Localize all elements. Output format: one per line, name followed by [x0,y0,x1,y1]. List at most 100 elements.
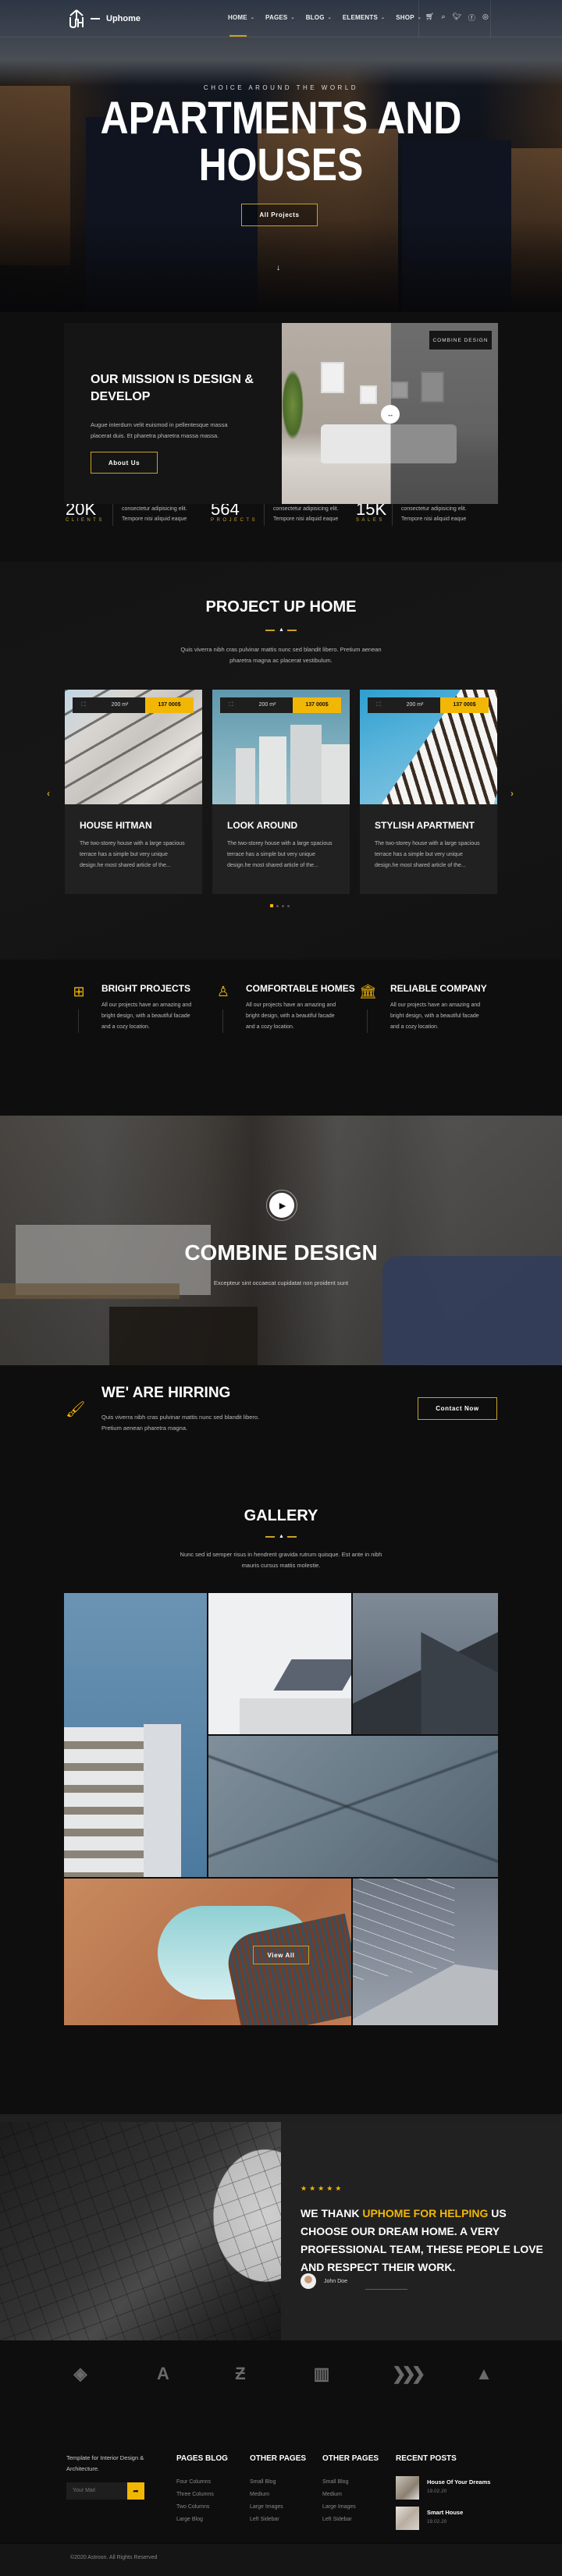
feature-title: COMFORTABLE HOMES [246,983,355,994]
hiring-text-line: Pretium aenean pharetra magna. [101,1425,188,1432]
footer-link[interactable]: Left Sidebar [322,2514,379,2526]
expand-icon[interactable]: ⛶ [73,697,94,713]
slider-next-arrow-icon[interactable]: › [510,788,514,799]
tile-grid [0,2122,281,2348]
column-icon: 🏛︎ [359,984,377,999]
hero-title-line: APARTMENTS AND [100,93,462,144]
footer-link[interactable]: Small Blog [322,2476,379,2489]
stat-label: PROJECTS [211,518,258,523]
nav-item-home[interactable]: HOME ⌄ [228,14,254,37]
contact-now-button[interactable]: Contact Now [418,1397,497,1420]
project-info-bar: ⛶ 200 m² 137 000$ [220,697,341,713]
footer-link[interactable]: Small Blog [250,2476,306,2489]
nav-item-elements[interactable]: ELEMENTS ⌄ [343,14,385,21]
footer-link[interactable]: Large Images [322,2501,379,2514]
project-card[interactable]: ⛶ 200 m² 137 000$ HOUSE HITMAN The two-s… [65,690,202,894]
view-all-button[interactable]: View All [253,1946,309,1964]
logo[interactable]: Uphome [69,9,140,28]
wall-frame [391,381,408,399]
footer-link[interactable]: Large Images [250,2501,306,2514]
about-us-button[interactable]: About Us [91,452,158,474]
expand-icon[interactable]: ⛶ [220,697,242,713]
feature-item: 🏛︎ RELIABLE COMPANY All our projects hav… [359,980,500,1050]
triforce-logo-icon[interactable]: ▲ [472,2364,496,2384]
letter-a-logo-icon[interactable]: A [151,2364,175,2384]
gallery-image[interactable] [64,1593,207,1877]
slider-dot-active[interactable] [270,904,273,907]
scroll-down-arrow-icon[interactable]: ↓ [276,264,280,272]
post-thumbnail [396,2507,419,2530]
play-button-icon[interactable]: ▶ [269,1193,294,1218]
footer-link[interactable]: Two Columns [176,2501,228,2514]
all-projects-button[interactable]: All Projects [241,204,318,226]
project-title[interactable]: HOUSE HITMAN [80,820,152,831]
before-after-compare[interactable]: ↔ COMBINE DESIGN [282,323,498,504]
chevron-down-icon: ⌄ [290,16,295,20]
footer-link[interactable]: Four Columns [176,2476,228,2489]
compare-drag-handle-icon[interactable]: ↔ [381,405,400,424]
window-icon: ⊞ [73,984,85,999]
expand-icon[interactable]: ⛶ [368,697,389,713]
footer-link[interactable]: Large Blog [176,2514,228,2526]
project-card[interactable]: ⛶ 200 m² 137 000$ LOOK AROUND The two-st… [212,690,350,894]
project-title[interactable]: STYLISH APARTMENT [375,820,475,831]
gallery-image[interactable] [353,1879,498,2025]
recent-post[interactable]: Smart House 19.02.20 [396,2507,490,2530]
newsletter-email-input[interactable] [66,2482,127,2500]
send-arrow-icon[interactable]: ➦ [127,2482,144,2500]
feature-item: ♙ COMFORTABLE HOMES All our projects hav… [215,980,355,1050]
post-title[interactable]: House Of Your Dreams [427,2478,490,2486]
facebook-icon[interactable]: ⓕ [468,12,475,23]
footer-link[interactable]: Three Columns [176,2489,228,2501]
twitter-icon[interactable]: 🐦︎ [452,12,461,23]
project-info-bar: ⛶ 200 m² 137 000$ [73,697,194,713]
partners-section: ◈ A Ƶ ▥ ❯❯❯ ▲ [0,2340,562,2434]
title-divider: ▲ [265,627,297,633]
gallery-image[interactable] [208,1593,351,1734]
project-price: 137 000$ [145,697,194,713]
diamond-logo-icon[interactable]: ◈ [69,2364,92,2384]
post-date: 19.02.20 [427,2519,447,2525]
wall-frame [321,362,344,393]
nav-item-blog[interactable]: BLOG ⌄ [306,14,332,21]
stat-desc-line: consectetur adipisicing elit. [401,506,467,512]
project-price: 137 000$ [440,697,489,713]
post-title[interactable]: Smart House [427,2509,463,2516]
gallery-image[interactable] [208,1736,498,1877]
footer-col-title: OTHER PAGES [322,2454,379,2463]
footer-link[interactable]: Left Sidebar [250,2514,306,2526]
building-side [144,1724,181,1877]
footer-link[interactable]: Medium [322,2489,379,2501]
instagram-icon[interactable]: ◎ [482,12,489,23]
feature-divider [222,1009,223,1033]
copyright-bar: ©2020 Astroon. All Rights Reserved [0,2543,562,2576]
quote-highlight: UPHOME FOR HELPING [362,2207,489,2219]
video-section: ▶ COMBINE DESIGN Excepteur sint occaecat… [0,1116,562,1365]
avatar [301,2273,316,2289]
testimonial-section: ★★★★★ WE THANK UPHOME FOR HELPING US CHO… [0,2114,562,2348]
video-subtitle: Excepteur sint occaecat cupidatat non pr… [213,1279,349,1286]
footer-col-title: PAGES BLOG [176,2454,228,2463]
gallery-image[interactable] [353,1593,498,1734]
bars-logo-icon[interactable]: ▥ [310,2364,333,2384]
video-title: COMBINE DESIGN [184,1240,378,1265]
project-card[interactable]: ⛶ 200 m² 137 000$ STYLISH APARTMENT The … [360,690,497,894]
testimonial-content: ★★★★★ WE THANK UPHOME FOR HELPING US CHO… [281,2122,562,2340]
slider-dot[interactable] [287,904,290,907]
recent-post[interactable]: House Of Your Dreams 19.02.20 [396,2476,490,2500]
search-icon[interactable]: ⌕ [441,12,445,23]
cart-icon[interactable]: 🛒︎ [425,12,434,23]
slider-dot[interactable] [276,904,279,907]
nav-item-pages[interactable]: PAGES ⌄ [265,14,295,21]
project-title[interactable]: LOOK AROUND [227,820,297,831]
feature-divider [78,1009,79,1033]
slider-dot[interactable] [282,904,284,907]
plant-decor [282,370,304,440]
gallery-section: GALLERY ▲ Nunc sed id semper risus in he… [0,1490,562,2114]
slider-prev-arrow-icon[interactable]: ‹ [47,788,50,799]
chevrons-logo-icon[interactable]: ❯❯❯ [392,2364,425,2384]
feature-title: BRIGHT PROJECTS [101,983,191,994]
letter-z-logo-icon[interactable]: Ƶ [229,2364,252,2384]
footer-col-pages-blog: PAGES BLOG Four Columns Three Columns Tw… [176,2454,228,2526]
footer-link[interactable]: Medium [250,2489,306,2501]
